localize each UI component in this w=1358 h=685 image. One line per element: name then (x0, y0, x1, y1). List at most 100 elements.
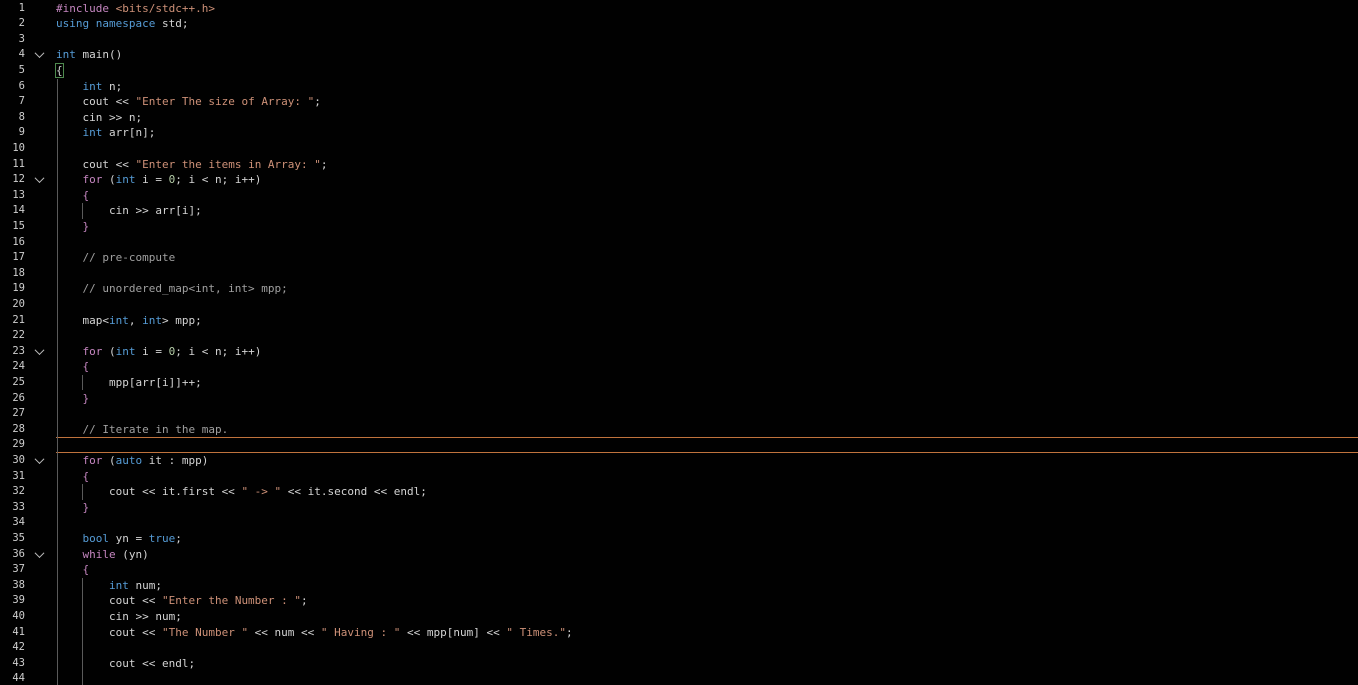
code-line[interactable]: 35 bool yn = true; (0, 531, 1358, 547)
line-number: 12 (12, 173, 25, 186)
line-number: 25 (12, 375, 25, 388)
code-token: <bits/stdc++.h> (115, 1, 215, 15)
fold-chevron-icon[interactable] (34, 454, 45, 464)
line-code: } (56, 219, 89, 235)
code-token: ( (108, 173, 116, 187)
code-line[interactable]: 1 #include <bits/stdc++.h> (0, 1, 1358, 17)
code-line[interactable]: 44 (0, 671, 1358, 685)
code-token: ; (175, 531, 182, 545)
code-line[interactable]: 33 } (0, 500, 1358, 516)
code-token: main() (82, 48, 123, 62)
line-number: 1 (18, 1, 25, 14)
code-line[interactable]: 38 int num; (0, 578, 1358, 594)
code-line[interactable]: 25 mpp[arr[i]]++; (0, 375, 1358, 391)
code-line[interactable]: 19 // unordered_map<int, int> mpp; (0, 281, 1358, 297)
line-code: for (int i = 0; i < n; i++) (56, 344, 261, 360)
line-number: 6 (18, 79, 25, 92)
indent-guide (82, 203, 83, 219)
code-token: cin >> n; (56, 110, 143, 124)
line-code: int main() (56, 47, 122, 63)
code-line[interactable]: 22 (0, 328, 1358, 344)
line-number: 22 (12, 329, 25, 342)
code-line[interactable]: 7 cout << "Enter The size of Array: "; (0, 94, 1358, 110)
indent-guide (82, 374, 83, 391)
code-line[interactable]: 21 map<int, int> mpp; (0, 313, 1358, 329)
fold-chevron-icon[interactable] (34, 547, 45, 558)
line-code: for (int i = 0; i < n; i++) (56, 172, 261, 188)
indent-guide (82, 484, 83, 500)
code-token: "The Number " (161, 625, 249, 639)
code-line[interactable]: 41 cout << "The Number " << num << " Hav… (0, 625, 1358, 641)
line-code: map<int, int> mpp; (56, 313, 201, 329)
line-code: cout << "Enter the Number : "; (56, 593, 308, 609)
code-line[interactable]: 39 cout << "Enter the Number : "; (0, 593, 1358, 609)
code-line[interactable]: 43 cout << endl; (0, 656, 1358, 672)
fold-chevron-icon[interactable] (34, 48, 45, 59)
line-code: using namespace std; (56, 16, 188, 32)
code-token: { (55, 62, 64, 78)
code-token: { (56, 469, 90, 483)
code-token: cout << (56, 157, 136, 171)
code-line[interactable]: 30 for (auto it : mpp) (0, 453, 1358, 469)
code-token: int (115, 173, 143, 187)
line-number: 41 (12, 625, 25, 638)
code-line[interactable]: 40 cin >> num; (0, 609, 1358, 625)
line-number: 28 (12, 422, 25, 435)
fold-chevron-icon[interactable] (34, 173, 45, 184)
code-line[interactable]: 8 cin >> n; (0, 110, 1358, 126)
fold-chevron-icon[interactable] (34, 344, 45, 355)
code-line[interactable]: 9 int arr[n]; (0, 125, 1358, 141)
code-line[interactable]: 5{ (0, 62, 1358, 79)
code-token: bool (56, 531, 116, 545)
code-line[interactable]: 28 // Iterate in the map. (0, 422, 1358, 438)
code-line[interactable]: 10 (0, 141, 1358, 157)
code-line[interactable]: 31 { (0, 469, 1358, 485)
code-line[interactable]: 24 { (0, 359, 1358, 375)
code-line[interactable]: 12 for (int i = 0; i < n; i++) (0, 172, 1358, 188)
code-line[interactable]: 17 // pre-compute (0, 250, 1358, 266)
line-number: 26 (12, 391, 25, 404)
code-line[interactable]: 16 (0, 235, 1358, 251)
code-line[interactable]: 4 int main() (0, 47, 1358, 63)
code-line[interactable]: 29 (0, 437, 1358, 453)
code-line[interactable]: 23 for (int i = 0; i < n; i++) (0, 344, 1358, 360)
line-number: 42 (12, 641, 25, 654)
code-line[interactable]: 20 (0, 297, 1358, 313)
code-token: namespace (95, 17, 162, 31)
code-line[interactable]: 27 (0, 406, 1358, 422)
line-number: 38 (12, 578, 25, 591)
code-line[interactable]: 11 cout << "Enter the items in Array: "; (0, 157, 1358, 173)
line-number: 7 (18, 95, 25, 108)
code-token: cin >> num; (56, 609, 182, 623)
code-token: int (142, 313, 162, 327)
code-line[interactable]: 3 (0, 32, 1358, 48)
line-number: 17 (12, 251, 25, 264)
code-line[interactable]: 34 (0, 515, 1358, 531)
code-line[interactable]: 15 } (0, 219, 1358, 235)
code-line[interactable]: 26 } (0, 391, 1358, 407)
code-token: { (56, 360, 90, 374)
code-token: cout << (56, 95, 136, 109)
code-line[interactable]: 37 { (0, 562, 1358, 578)
code-token: "Enter the items in Array: " (135, 157, 321, 171)
line-code: cout << it.first << " -> " << it.second … (56, 484, 427, 500)
code-line[interactable]: 2 using namespace std; (0, 16, 1358, 32)
code-editor[interactable]: 1 #include <bits/stdc++.h> 2 using namespac… (0, 0, 1358, 685)
code-token: { (56, 563, 90, 577)
line-number: 20 (12, 297, 25, 310)
line-number: 14 (12, 204, 25, 217)
code-line[interactable]: 13 { (0, 188, 1358, 204)
code-line[interactable]: 36 while (yn) (0, 547, 1358, 563)
code-token: true (148, 531, 176, 545)
code-line[interactable]: 18 (0, 266, 1358, 282)
code-token: int (56, 79, 109, 93)
line-code: bool yn = true; (56, 531, 182, 547)
code-line[interactable]: 6 int n; (0, 79, 1358, 95)
code-line[interactable]: 42 (0, 640, 1358, 656)
line-number: 29 (12, 438, 25, 451)
line-code: cout << "The Number " << num << " Having… (56, 625, 573, 641)
code-line[interactable]: 32 cout << it.first << " -> " << it.seco… (0, 484, 1358, 500)
code-token: ; (301, 594, 308, 608)
code-line[interactable]: 14 cin >> arr[i]; (0, 203, 1358, 219)
line-code: { (56, 359, 89, 375)
